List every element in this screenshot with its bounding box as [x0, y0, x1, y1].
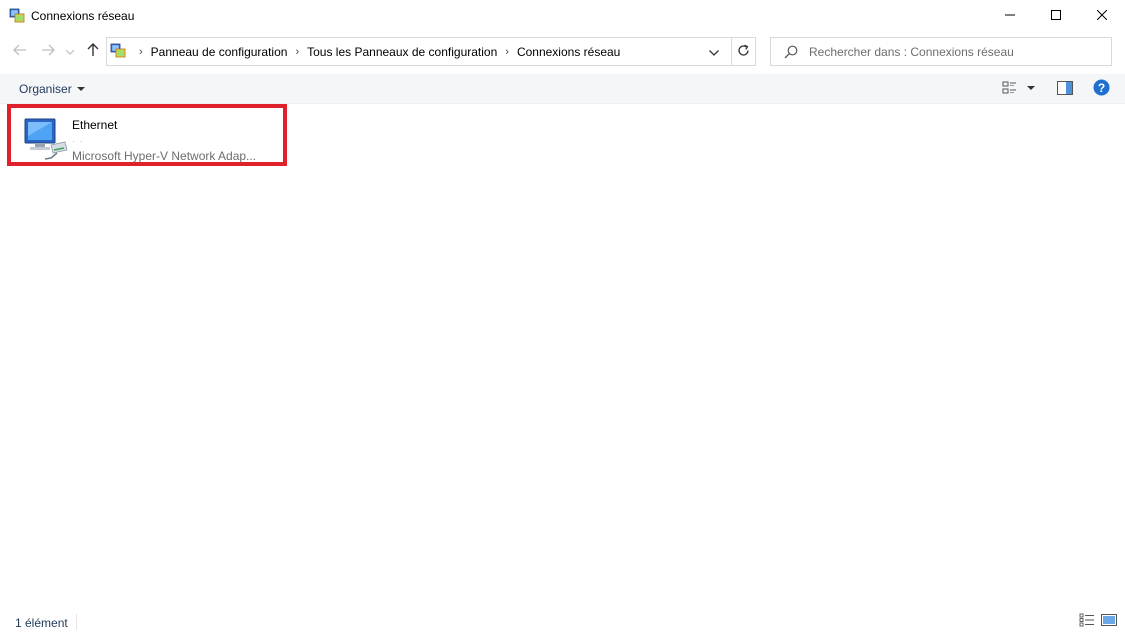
- svg-text:?: ?: [1097, 81, 1104, 95]
- search-input[interactable]: [809, 38, 1105, 65]
- window-title: Connexions réseau: [31, 9, 135, 23]
- breadcrumb-item-network-connections[interactable]: Connexions réseau: [517, 45, 620, 59]
- close-button[interactable]: [1079, 0, 1125, 32]
- refresh-button[interactable]: [731, 38, 755, 65]
- back-button[interactable]: [11, 42, 29, 60]
- recent-locations-button[interactable]: [64, 42, 76, 60]
- network-connections-icon: [9, 8, 25, 24]
- preview-pane-icon: [1057, 80, 1073, 98]
- preview-pane-button[interactable]: [1052, 74, 1078, 104]
- connection-name: Ethernet: [72, 118, 118, 132]
- connection-device: Microsoft Hyper-V Network Adap...: [72, 149, 257, 163]
- connections-list: Ethernet · · Microsoft Hyper-V Network A…: [0, 104, 1125, 606]
- search-box[interactable]: [770, 37, 1112, 66]
- minimize-button[interactable]: [987, 0, 1033, 32]
- large-icons-view-icon: [1101, 613, 1117, 630]
- navigation-bar: › Panneau de configuration › Tous les Pa…: [0, 32, 1125, 72]
- close-icon: [1096, 9, 1108, 23]
- organise-label: Organiser: [19, 82, 72, 96]
- breadcrumb-separator[interactable]: ›: [505, 46, 509, 58]
- breadcrumb-item-all-control-panels[interactable]: Tous les Panneaux de configuration: [307, 45, 497, 59]
- status-bar: 1 élément: [0, 610, 1125, 633]
- breadcrumb-separator[interactable]: ›: [295, 46, 299, 58]
- item-count: 1 élément: [15, 616, 68, 630]
- arrow-right-icon: [41, 44, 55, 59]
- command-bar: Organiser ?: [0, 74, 1125, 104]
- breadcrumb: › Panneau de configuration › Tous les Pa…: [131, 38, 620, 65]
- status-divider: [76, 614, 77, 630]
- organise-button[interactable]: Organiser: [13, 74, 91, 104]
- connection-item-ethernet[interactable]: Ethernet · · Microsoft Hyper-V Network A…: [7, 104, 287, 166]
- connection-status: · ·: [72, 136, 84, 146]
- chevron-down-icon: [709, 45, 719, 59]
- control-panel-icon: [110, 43, 126, 59]
- title-bar: Connexions réseau: [0, 0, 1125, 32]
- maximize-button[interactable]: [1033, 0, 1079, 32]
- ethernet-adapter-icon: [21, 114, 69, 162]
- chevron-down-icon: [65, 44, 75, 58]
- details-view-button[interactable]: [1079, 613, 1095, 629]
- forward-button[interactable]: [39, 42, 57, 60]
- maximize-icon: [1051, 9, 1061, 23]
- change-view-button[interactable]: [997, 74, 1041, 104]
- address-bar[interactable]: › Panneau de configuration › Tous les Pa…: [106, 37, 756, 66]
- details-view-icon: [1079, 613, 1095, 630]
- help-icon: ?: [1093, 79, 1110, 99]
- arrow-left-icon: [13, 44, 27, 59]
- caret-down-icon: [76, 87, 85, 91]
- up-button[interactable]: [84, 42, 102, 60]
- address-history-button[interactable]: [703, 38, 725, 65]
- view-options-icon: [1002, 80, 1036, 99]
- arrow-up-icon: [87, 42, 99, 60]
- search-icon: [784, 45, 798, 59]
- large-icons-view-button[interactable]: [1101, 613, 1117, 629]
- breadcrumb-separator: ›: [139, 45, 143, 58]
- refresh-icon: [737, 44, 750, 60]
- minimize-icon: [1005, 9, 1015, 23]
- breadcrumb-item-control-panel[interactable]: Panneau de configuration: [151, 45, 288, 59]
- help-button[interactable]: ?: [1088, 74, 1114, 104]
